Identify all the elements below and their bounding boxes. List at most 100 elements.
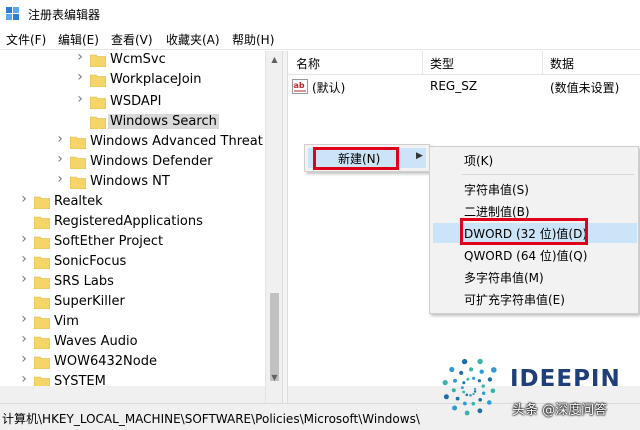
submenu-item-label: QWORD (64 位)值(Q)	[464, 249, 588, 263]
folder-icon	[90, 116, 106, 129]
tree-item[interactable]: › WOW6432Node	[0, 352, 265, 373]
tree-item-label: SonicFocus	[54, 254, 127, 269]
folder-icon	[34, 336, 50, 349]
tree-item-label: Realtek	[54, 194, 103, 209]
column-header-data[interactable]: 数据	[550, 55, 574, 72]
tree-item[interactable]: › Vim	[0, 312, 265, 333]
tree-item[interactable]: SuperKiller	[0, 293, 265, 313]
menu-view[interactable]: 查看(V)	[111, 31, 153, 48]
folder-icon	[34, 276, 50, 289]
menu-file[interactable]: 文件(F)	[6, 31, 46, 48]
expand-chevron-icon[interactable]: ›	[19, 272, 29, 286]
submenu-item-label: 可扩充字符串值(E)	[464, 293, 565, 307]
submenu-item[interactable]: 多字符串值(M)	[433, 267, 637, 287]
submenu-item[interactable]: QWORD (64 位)值(Q)	[433, 245, 637, 265]
folder-icon	[70, 136, 86, 149]
expand-chevron-icon[interactable]: ›	[55, 132, 65, 146]
submenu-item[interactable]: 项(K)	[433, 150, 637, 170]
value-name: (默认)	[312, 81, 346, 95]
scroll-down-icon[interactable]: ▼	[266, 369, 282, 386]
menu-bar: 文件(F) 编辑(E) 查看(V) 收藏夹(A) 帮助(H)	[0, 28, 640, 50]
menu-divider	[462, 174, 634, 175]
tree-item-label: SRS Labs	[54, 274, 114, 289]
tree-item-label: WSDAPI	[110, 94, 162, 109]
expand-chevron-icon[interactable]: ›	[55, 152, 65, 166]
submenu-item[interactable]: 字符串值(S)	[433, 179, 637, 199]
folder-icon	[70, 156, 86, 169]
list-row[interactable]: ab (默认) REG_SZ (数值未设置)	[288, 77, 640, 97]
tree-item[interactable]: › SoftEther Project	[0, 232, 265, 253]
expand-chevron-icon[interactable]: ›	[75, 70, 85, 84]
column-header-name[interactable]: 名称	[296, 55, 320, 72]
watermark-title: IDEEPIN	[510, 366, 621, 392]
tree-item[interactable]: › Windows NT	[0, 172, 265, 193]
tree-item-label: Windows Search	[108, 114, 219, 129]
tree-item[interactable]: › Windows Advanced Threat P	[0, 132, 275, 153]
expand-chevron-icon[interactable]: ›	[19, 352, 29, 366]
tree-item[interactable]: › WSDAPI	[0, 92, 265, 113]
scroll-up-icon[interactable]: ▲	[266, 51, 282, 68]
expand-chevron-icon[interactable]: ›	[55, 172, 65, 186]
title-bar: 注册表编辑器	[0, 0, 640, 28]
folder-icon	[34, 196, 50, 209]
expand-chevron-icon[interactable]: ›	[75, 51, 85, 64]
folder-icon	[34, 296, 50, 309]
expand-chevron-icon[interactable]: ›	[75, 92, 85, 106]
tree-item[interactable]: › Waves Audio	[0, 332, 265, 353]
column-header-type[interactable]: 类型	[430, 55, 454, 72]
submenu-item-label: 多字符串值(M)	[464, 271, 544, 285]
menu-favorites[interactable]: 收藏夹(A)	[166, 31, 220, 48]
tree-item[interactable]: › Realtek	[0, 192, 265, 213]
svg-text:ab: ab	[294, 81, 305, 90]
expand-chevron-icon[interactable]: ›	[19, 192, 29, 206]
window-title: 注册表编辑器	[28, 8, 101, 22]
submenu-item-label: 项(K)	[464, 154, 494, 168]
tree-item-label: Windows NT	[90, 174, 170, 189]
tree-item-label: WOW6432Node	[54, 354, 157, 369]
tree-item[interactable]: › SonicFocus	[0, 252, 265, 273]
annotation-box-dword	[460, 218, 588, 245]
expand-chevron-icon[interactable]: ›	[19, 232, 29, 246]
menu-help[interactable]: 帮助(H)	[232, 31, 274, 48]
folder-icon	[34, 216, 50, 229]
folder-icon	[34, 256, 50, 269]
registry-editor-icon	[6, 7, 19, 20]
tree-item[interactable]: › WorkplaceJoin	[0, 70, 265, 91]
tree-item[interactable]: Windows Search	[0, 113, 265, 133]
tree-item-label: WorkplaceJoin	[110, 72, 202, 87]
tree-item-label: Windows Defender	[90, 154, 213, 169]
expand-chevron-icon[interactable]: ›	[19, 332, 29, 346]
tree-item-label: SuperKiller	[54, 294, 125, 309]
tree-vertical-scrollbar[interactable]: ▲ ▼	[265, 51, 282, 403]
tree-item-label: Windows Advanced Threat P	[90, 134, 275, 149]
annotation-box-new	[313, 147, 399, 170]
tree-item-label: RegisteredApplications	[54, 214, 203, 229]
folder-icon	[90, 54, 106, 67]
menu-edit[interactable]: 编辑(E)	[58, 31, 99, 48]
registry-tree[interactable]: › SYSTEM › WOW6432Node › Waves Audio › Vim Super…	[0, 51, 282, 403]
watermark-subtitle: 头条 @深度问答	[512, 403, 608, 418]
list-header: 名称 类型 数据	[288, 51, 640, 75]
key-path: 计算机\HKEY_LOCAL_MACHINE\SOFTWARE\Policies…	[2, 412, 420, 426]
scroll-thumb[interactable]	[270, 293, 279, 381]
tree-item[interactable]: › Windows Defender	[0, 152, 265, 173]
value-data: (数值未设置)	[550, 81, 620, 95]
expand-chevron-icon[interactable]: ›	[19, 372, 29, 386]
tree-item-label: Vim	[54, 314, 79, 329]
tree-item[interactable]: RegisteredApplications	[0, 213, 265, 233]
value-type: REG_SZ	[430, 79, 478, 93]
tree-horizontal-scrollbar[interactable]	[0, 386, 265, 403]
expand-chevron-icon[interactable]: ›	[19, 312, 29, 326]
folder-icon	[34, 316, 50, 329]
tree-item-label: Waves Audio	[54, 334, 138, 349]
folder-icon	[90, 96, 106, 109]
deepin-logo-icon	[442, 358, 497, 416]
expand-chevron-icon[interactable]: ›	[19, 252, 29, 266]
submenu-arrow-icon: ▶	[416, 151, 423, 161]
folder-icon	[34, 236, 50, 249]
tree-item[interactable]: › WcmSvc	[0, 51, 265, 71]
new-submenu: 可扩充字符串值(E) 多字符串值(M) QWORD (64 位)值(Q) DWORD …	[429, 146, 639, 314]
submenu-item[interactable]: 可扩充字符串值(E)	[433, 289, 637, 309]
tree-item[interactable]: › SRS Labs	[0, 272, 265, 293]
folder-icon	[90, 74, 106, 87]
